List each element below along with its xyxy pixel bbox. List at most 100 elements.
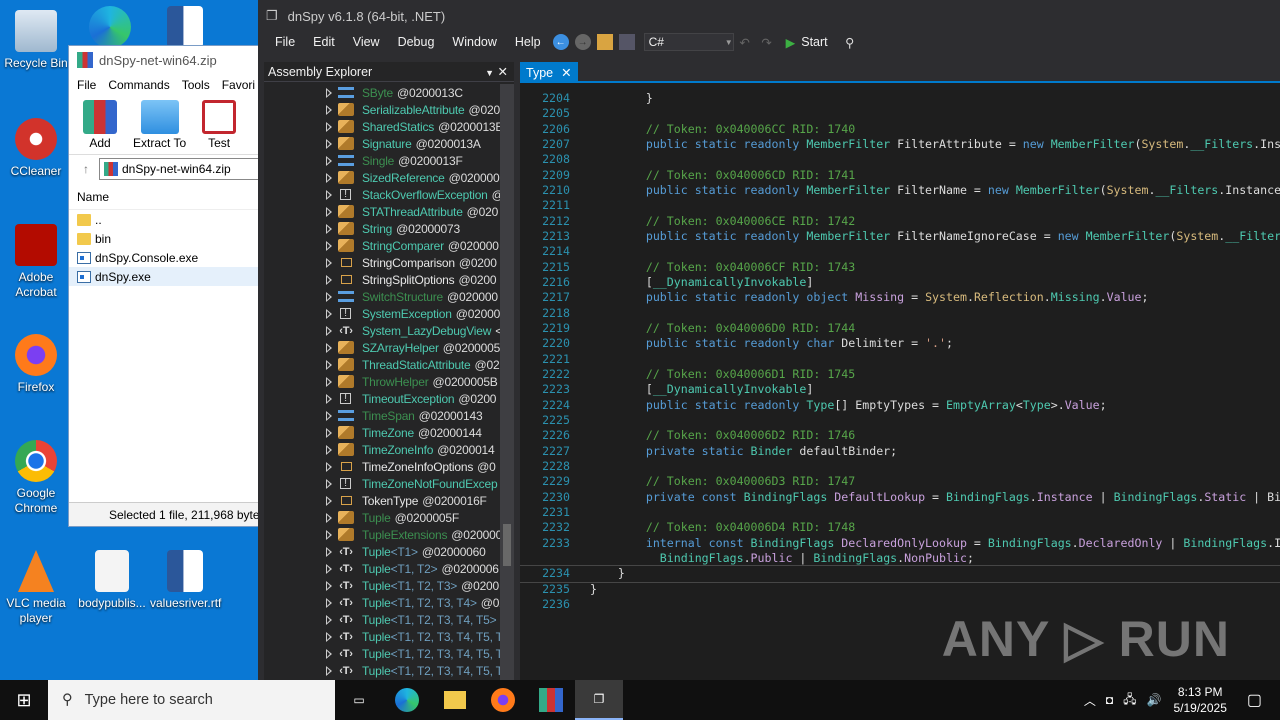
expand-arrow-icon[interactable] bbox=[326, 359, 332, 370]
notifications-icon[interactable]: ▢ bbox=[1247, 690, 1262, 710]
volume-icon[interactable]: 🔊 bbox=[1147, 693, 1162, 707]
expand-arrow-icon[interactable] bbox=[326, 172, 332, 183]
taskbar-edge[interactable] bbox=[383, 680, 431, 720]
expand-arrow-icon[interactable] bbox=[326, 206, 332, 217]
desktop-icon-bodypublis[interactable]: bodypublis... bbox=[77, 550, 147, 611]
tree-item[interactable]: ‹T› Tuple <T1, T2, T3, T4, T5, T bbox=[264, 628, 500, 645]
menu-debug[interactable]: Debug bbox=[389, 35, 444, 49]
menu-view[interactable]: View bbox=[344, 35, 389, 49]
tree-item[interactable]: TokenType @0200016F bbox=[264, 492, 500, 509]
tree-item[interactable]: SizedReference@020000E bbox=[264, 169, 500, 186]
expand-arrow-icon[interactable] bbox=[326, 461, 332, 472]
tree-item[interactable]: TimeZoneInfoOptions @0 bbox=[264, 458, 500, 475]
menu-help[interactable]: Help bbox=[506, 35, 550, 49]
tree-item[interactable]: ! TimeoutException @0200 bbox=[264, 390, 500, 407]
tree-item[interactable]: SharedStatics @0200013E bbox=[264, 118, 500, 135]
expand-arrow-icon[interactable] bbox=[326, 478, 332, 489]
winrar-menu-favorites[interactable]: Favori bbox=[222, 78, 255, 92]
menu-file[interactable]: File bbox=[266, 35, 304, 49]
tree-item[interactable]: STAThreadAttribute @020 bbox=[264, 203, 500, 220]
expand-arrow-icon[interactable] bbox=[326, 240, 332, 251]
up-arrow-icon[interactable]: ↑ bbox=[83, 162, 89, 176]
navigate-back-icon[interactable]: ← bbox=[552, 34, 569, 50]
expand-arrow-icon[interactable] bbox=[326, 155, 332, 166]
winrar-menu-commands[interactable]: Commands bbox=[108, 78, 169, 92]
tree-item[interactable]: ! TimeZoneNotFoundExcep bbox=[264, 475, 500, 492]
menu-window[interactable]: Window bbox=[443, 35, 505, 49]
scrollbar-thumb[interactable] bbox=[503, 524, 511, 566]
taskbar-dnspy[interactable]: ❐ bbox=[575, 680, 623, 720]
redo-icon[interactable]: ↷ bbox=[759, 34, 775, 50]
column-header-name[interactable]: Name bbox=[69, 184, 259, 210]
file-row[interactable]: dnSpy.Console.exe bbox=[69, 248, 259, 267]
tree-item[interactable]: Signature @0200013A bbox=[264, 135, 500, 152]
save-icon[interactable] bbox=[618, 34, 635, 50]
expand-arrow-icon[interactable] bbox=[326, 665, 332, 676]
add-button[interactable]: Add bbox=[83, 100, 117, 150]
expand-arrow-icon[interactable] bbox=[326, 648, 332, 659]
expand-arrow-icon[interactable] bbox=[326, 104, 332, 115]
desktop-icon-ccleaner[interactable]: CCleaner bbox=[1, 118, 71, 179]
expand-arrow-icon[interactable] bbox=[326, 189, 332, 200]
search-icon[interactable]: ⚲ bbox=[842, 34, 858, 50]
expand-arrow-icon[interactable] bbox=[326, 546, 332, 557]
file-row[interactable]: bin bbox=[69, 229, 259, 248]
start-menu-button[interactable]: ⊞ bbox=[0, 680, 48, 720]
tab-type[interactable]: Type ✕ bbox=[520, 62, 578, 83]
taskbar-search[interactable]: ⚲ Type here to search bbox=[48, 680, 335, 720]
tree-item[interactable]: ThreadStaticAttribute @02 bbox=[264, 356, 500, 373]
expand-arrow-icon[interactable] bbox=[326, 291, 332, 302]
file-row[interactable]: .. bbox=[69, 210, 259, 229]
dropdown-icon[interactable]: ▼ bbox=[485, 68, 494, 78]
desktop-icon-recycle-bin[interactable]: Recycle Bin bbox=[1, 10, 71, 71]
desktop-icon-chrome[interactable]: Google Chrome bbox=[1, 440, 71, 516]
tree-item[interactable]: SerializableAttribute @020 bbox=[264, 101, 500, 118]
expand-arrow-icon[interactable] bbox=[326, 257, 332, 268]
file-row[interactable]: dnSpy.exe bbox=[69, 267, 259, 286]
expand-arrow-icon[interactable] bbox=[326, 410, 332, 421]
expand-arrow-icon[interactable] bbox=[326, 444, 332, 455]
tree-item[interactable]: SZArrayHelper @0200005 bbox=[264, 339, 500, 356]
camera-icon[interactable]: ◘ bbox=[1106, 693, 1113, 707]
expand-arrow-icon[interactable] bbox=[326, 87, 332, 98]
expand-arrow-icon[interactable] bbox=[326, 512, 332, 523]
task-view-button[interactable]: ▭ bbox=[335, 680, 383, 720]
expand-arrow-icon[interactable] bbox=[326, 376, 332, 387]
expand-arrow-icon[interactable] bbox=[326, 580, 332, 591]
expand-arrow-icon[interactable] bbox=[326, 563, 332, 574]
expand-arrow-icon[interactable] bbox=[326, 138, 332, 149]
winrar-menu-tools[interactable]: Tools bbox=[182, 78, 210, 92]
open-folder-icon[interactable] bbox=[596, 34, 613, 50]
tree-item[interactable]: Single @0200013F bbox=[264, 152, 500, 169]
tree-item[interactable]: ‹T› Tuple <T1, T2, T3, T4, T5, T bbox=[264, 645, 500, 662]
language-select[interactable]: C# ▼ bbox=[643, 33, 734, 51]
tree-item[interactable]: Tuple @0200005F bbox=[264, 509, 500, 526]
desktop-icon-adobe-acrobat[interactable]: Adobe Acrobat bbox=[1, 224, 71, 300]
tree-item[interactable]: TimeZoneInfo @0200014 bbox=[264, 441, 500, 458]
code-view[interactable]: 2204 } 2205 2206 // Token: 0x040006CC RID:… bbox=[520, 84, 1280, 680]
taskbar-firefox[interactable] bbox=[479, 680, 527, 720]
menu-edit[interactable]: Edit bbox=[304, 35, 344, 49]
desktop-icon-vlc[interactable]: VLC media player bbox=[1, 550, 71, 626]
tree-item[interactable]: StringSplitOptions @0200 bbox=[264, 271, 500, 288]
show-hidden-icons-icon[interactable]: ︿ bbox=[1084, 692, 1096, 709]
test-button[interactable]: Test bbox=[202, 100, 237, 150]
expand-arrow-icon[interactable] bbox=[326, 121, 332, 132]
taskbar-file-explorer[interactable] bbox=[431, 680, 479, 720]
expand-arrow-icon[interactable] bbox=[326, 631, 332, 642]
tree-item[interactable]: ‹T› Tuple <T1, T2, T3, T4, T5, T bbox=[264, 662, 500, 679]
tree-item[interactable]: String @02000073 bbox=[264, 220, 500, 237]
undo-icon[interactable]: ↶ bbox=[737, 34, 753, 50]
extract-to-button[interactable]: Extract To bbox=[133, 100, 186, 150]
desktop-icon-valuesriver[interactable]: valuesriver.rtf bbox=[150, 550, 221, 611]
tree-item[interactable]: ‹T›Tuple<T1, T2, T3, T4, T5>( bbox=[264, 611, 500, 628]
close-icon[interactable]: ✕ bbox=[498, 65, 508, 79]
expand-arrow-icon[interactable] bbox=[326, 325, 332, 336]
navigate-forward-icon[interactable]: → bbox=[574, 34, 591, 50]
clock[interactable]: 8:13 PM 5/19/2025 bbox=[1173, 684, 1226, 716]
expand-arrow-icon[interactable] bbox=[326, 427, 332, 438]
expand-arrow-icon[interactable] bbox=[326, 223, 332, 234]
tree-item[interactable]: ! SystemException @02000 bbox=[264, 305, 500, 322]
tree-item[interactable]: TimeZone @02000144 bbox=[264, 424, 500, 441]
tree-item[interactable]: SByte @0200013C bbox=[264, 84, 500, 101]
